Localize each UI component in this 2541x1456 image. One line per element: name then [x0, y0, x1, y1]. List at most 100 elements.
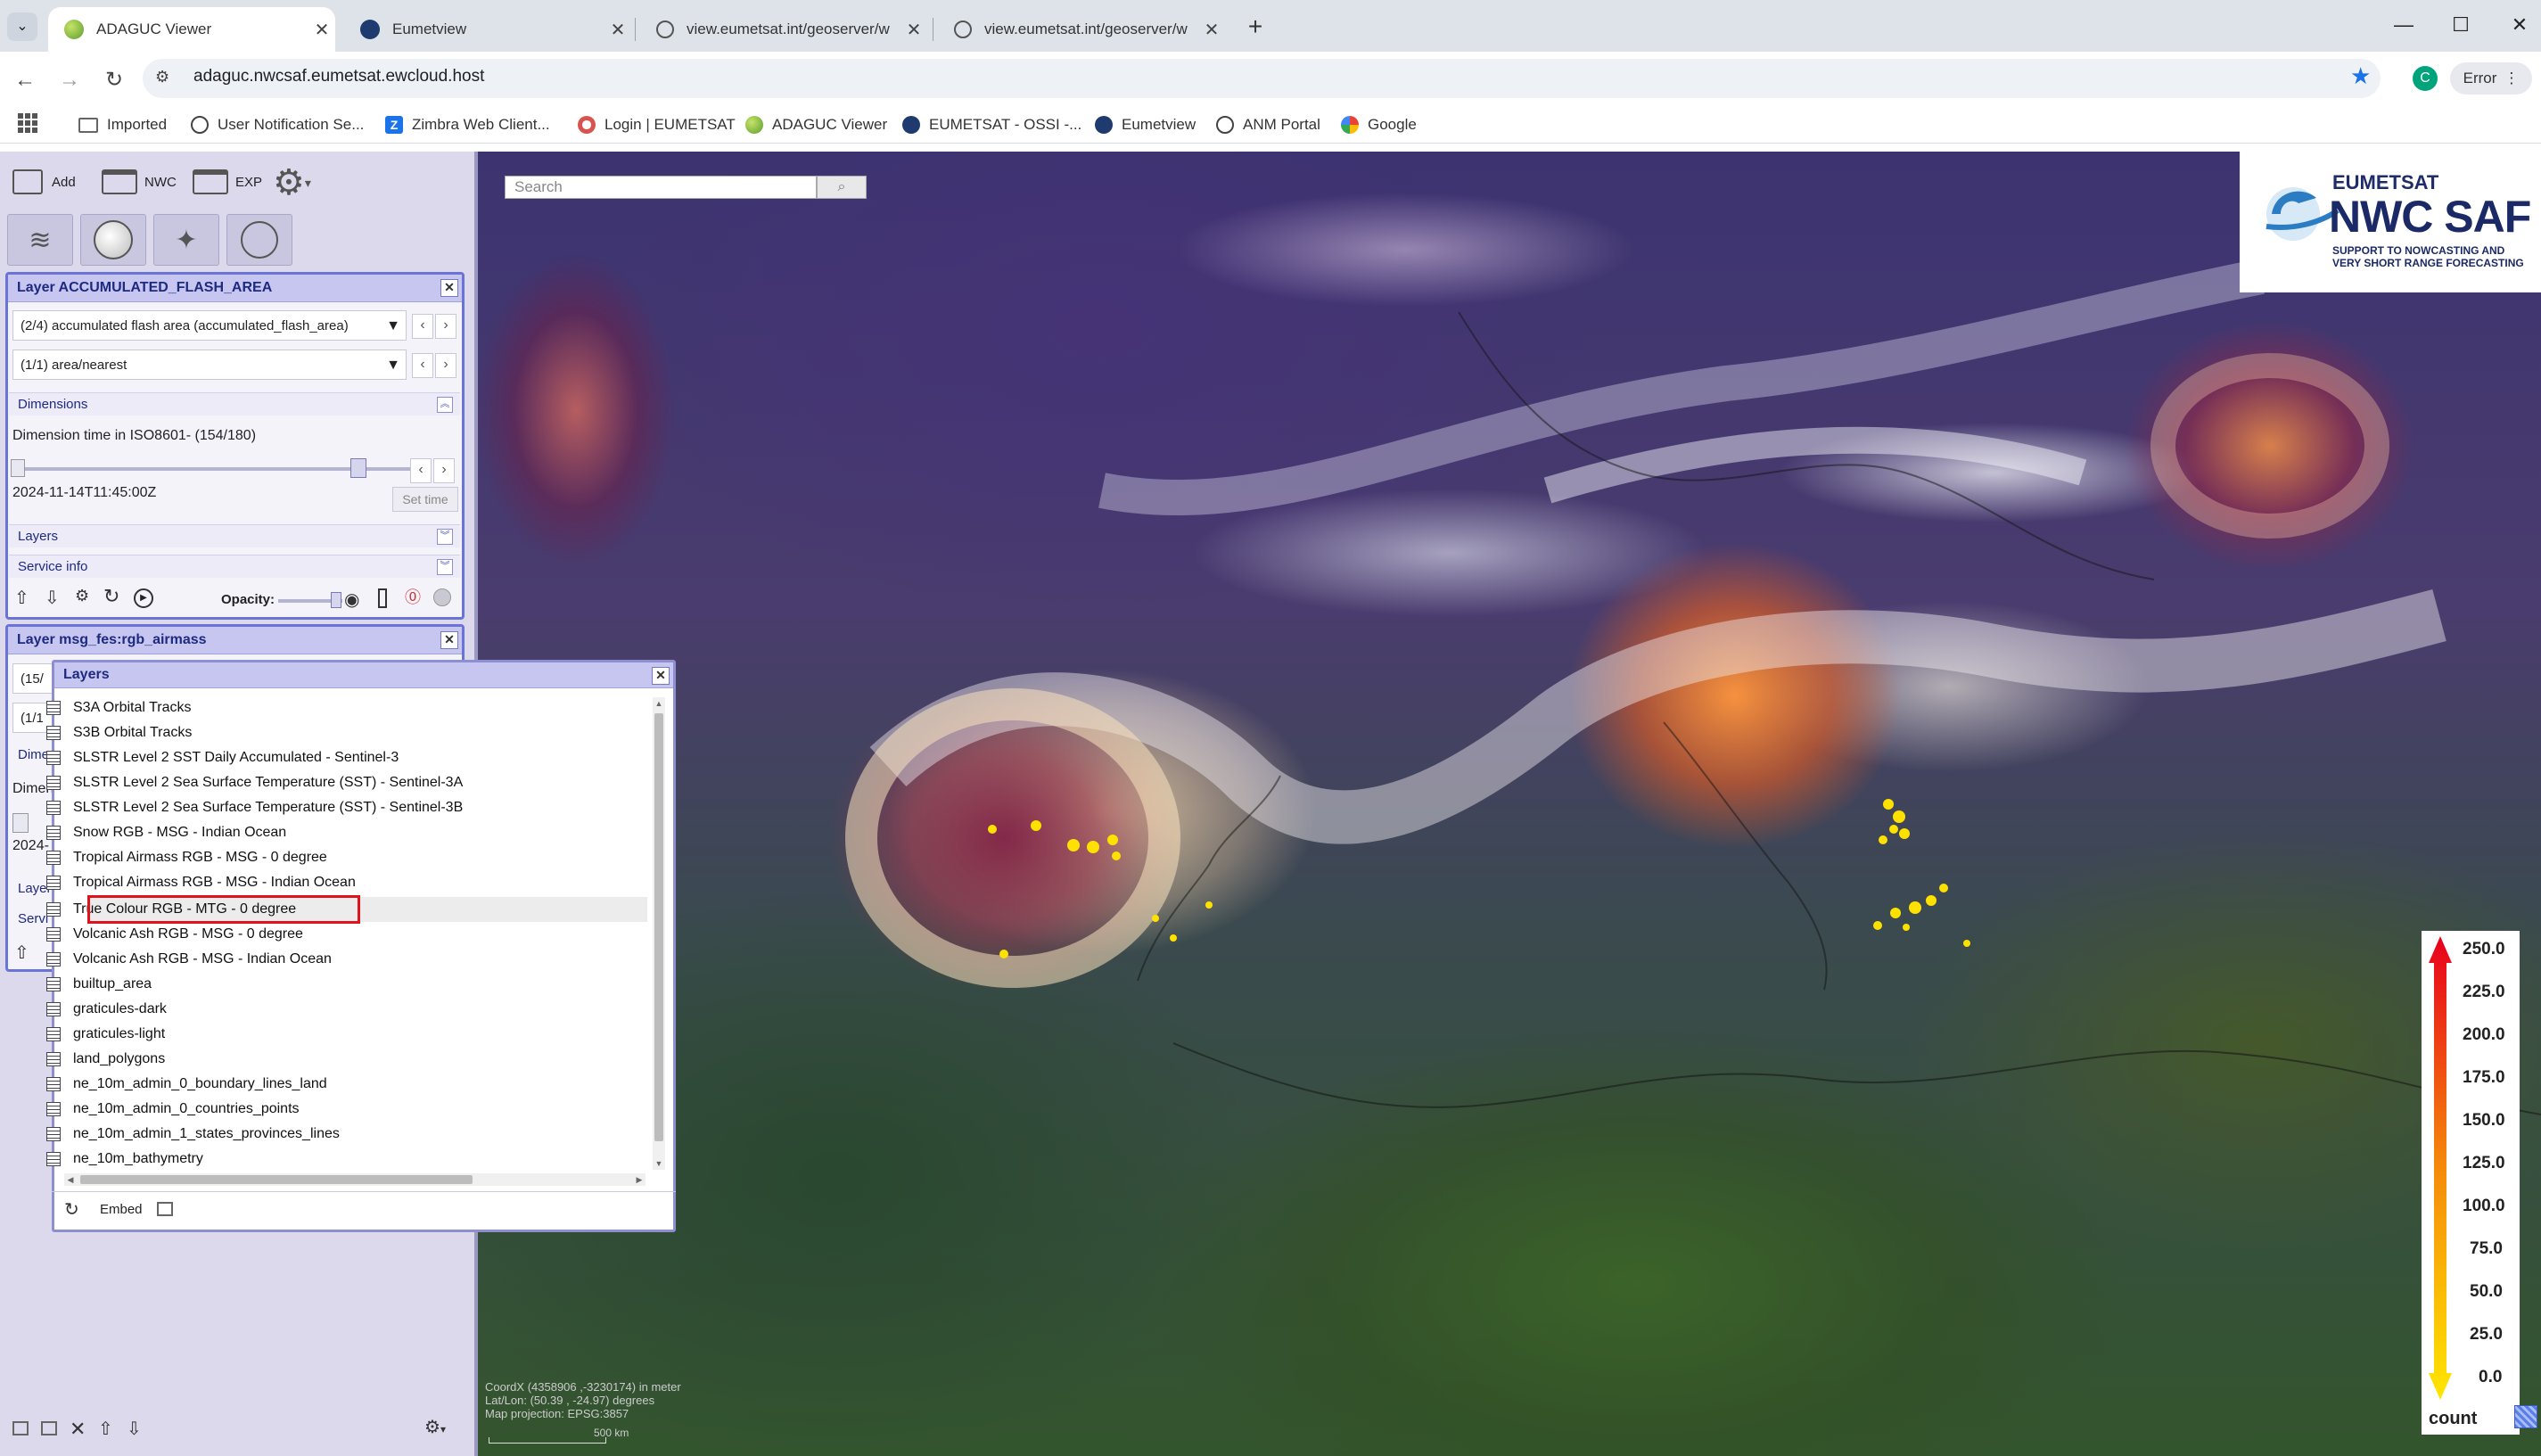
scroll-up-arrow-icon[interactable]: ▲ — [653, 697, 665, 710]
bookmark-google[interactable]: Google — [1341, 113, 1417, 136]
style-select[interactable]: (2/4) accumulated flash area (accumulate… — [12, 310, 407, 341]
profile-avatar[interactable]: C — [2413, 66, 2438, 91]
layer-list-item[interactable]: Tropical Airmass RGB - MSG - 0 degree — [46, 845, 327, 870]
legend-bar-icon[interactable] — [378, 588, 387, 608]
refresh-icon[interactable]: ↻ — [64, 1198, 79, 1221]
expand-icon[interactable]: ︾ — [437, 529, 453, 545]
add-layer-button[interactable]: Add — [12, 169, 76, 194]
layer-list-item[interactable]: builtup_area — [46, 972, 152, 997]
layer-list-item[interactable]: ne_10m_admin_0_countries_points — [46, 1097, 300, 1122]
add-layer-icon[interactable] — [157, 1202, 173, 1216]
bookmark-anm-portal[interactable]: ANM Portal — [1216, 113, 1320, 136]
tab-adaguc-viewer[interactable]: ADAGUC Viewer ✕ — [48, 7, 335, 52]
bookmark-user-notification[interactable]: User Notification Se... — [191, 113, 364, 136]
time-slider-start[interactable] — [12, 813, 29, 833]
scroll-down-arrow-icon[interactable]: ▼ — [653, 1157, 665, 1170]
visibility-eye-icon[interactable]: ◉ — [344, 588, 359, 611]
nwc-folder-button[interactable]: NWC — [102, 169, 177, 194]
vertical-scrollbar[interactable]: ▲ ▼ — [653, 697, 665, 1170]
tab-eumetview[interactable]: Eumetview ✕ — [344, 7, 631, 52]
close-icon[interactable]: ✕ — [900, 19, 927, 41]
new-tab-button[interactable]: + — [1239, 11, 1271, 43]
settings-gear-icon[interactable]: ⚙▾ — [273, 162, 311, 203]
opacity-slider[interactable] — [278, 592, 342, 608]
layer-list-item[interactable]: ne_10m_bathymetry — [46, 1147, 203, 1172]
bookmark-eumetview[interactable]: Eumetview — [1095, 113, 1196, 136]
layer-list-item[interactable]: SLSTR Level 2 SST Daily Accumulated - Se… — [46, 745, 399, 770]
layer-list-item[interactable]: graticules-light — [46, 1022, 165, 1047]
layer-list-item[interactable]: land_polygons — [46, 1047, 165, 1072]
reload-icon[interactable]: ↻ — [98, 64, 130, 96]
bookmark-zimbra[interactable]: Z Zimbra Web Client... — [385, 113, 550, 136]
close-icon[interactable]: ✕ — [1198, 19, 1225, 41]
close-icon[interactable]: ✕ — [440, 279, 458, 297]
settings-gear-icon[interactable]: ⚙▾ — [424, 1416, 446, 1438]
scroll-right-arrow-icon[interactable]: ▶ — [633, 1173, 646, 1186]
maximize-icon[interactable]: ☐ — [2434, 9, 2488, 41]
settings-gear-icon[interactable]: ⚙ — [75, 587, 89, 605]
service-info-section-header[interactable]: Service info ︾ — [9, 555, 460, 578]
dimensions-section-header[interactable]: Dimensions ︽ — [9, 392, 460, 415]
legend-toggle-icon[interactable] — [2514, 1405, 2537, 1428]
scrollbar-thumb[interactable] — [654, 713, 663, 1141]
map-tool-icon[interactable]: ✦ — [153, 214, 219, 266]
next-arrow-icon[interactable]: › — [435, 314, 456, 339]
time-slider-thumb[interactable] — [350, 458, 367, 478]
layer-list-item[interactable]: S3A Orbital Tracks — [46, 695, 192, 720]
layer-list-item[interactable]: SLSTR Level 2 Sea Surface Temperature (S… — [46, 770, 463, 795]
horizontal-scrollbar[interactable]: ◀ ▶ — [64, 1173, 646, 1186]
color-palette-icon[interactable]: ⓪ — [405, 585, 421, 608]
bookmark-star-icon[interactable]: ★ — [2350, 62, 2371, 90]
move-up-icon[interactable]: ⇧ — [14, 942, 29, 964]
embed-label[interactable]: Embed — [100, 1202, 143, 1217]
refresh-icon[interactable]: ↻ — [103, 585, 119, 608]
layer-list-item[interactable]: ne_10m_admin_0_boundary_lines_land — [46, 1072, 327, 1097]
previous-arrow-icon[interactable]: ‹ — [412, 314, 433, 339]
render-select[interactable]: (1/1) area/nearest ▼ — [12, 350, 407, 380]
bookmark-adaguc-viewer[interactable]: ADAGUC Viewer — [745, 113, 887, 136]
layer-list-item[interactable]: Tropical Airmass RGB - MSG - Indian Ocea… — [46, 870, 356, 895]
tab-geoserver-1[interactable]: view.eumetsat.int/geoserver/w ✕ — [640, 7, 927, 52]
move-up-icon[interactable]: ⇧ — [98, 1418, 113, 1440]
close-icon[interactable]: ✕ — [308, 19, 335, 41]
play-icon[interactable]: ▶ — [134, 588, 153, 608]
select-all-icon[interactable] — [41, 1421, 57, 1435]
scrollbar-thumb[interactable] — [80, 1175, 473, 1184]
close-icon[interactable]: ✕ — [652, 667, 670, 685]
next-arrow-icon[interactable]: › — [433, 458, 455, 483]
site-settings-icon[interactable]: ⚙ — [155, 68, 169, 86]
close-window-icon[interactable]: ✕ — [2493, 9, 2541, 41]
layer-list-item[interactable]: S3B Orbital Tracks — [46, 720, 192, 745]
map-search-input[interactable]: Search — [505, 176, 817, 199]
search-icon[interactable]: ⌕ — [817, 176, 867, 199]
time-slider[interactable] — [11, 458, 410, 478]
delete-icon[interactable]: ✕ — [70, 1418, 86, 1441]
move-down-icon[interactable]: ⇩ — [45, 587, 60, 609]
previous-arrow-icon[interactable]: ‹ — [412, 353, 433, 378]
tab-geoserver-2[interactable]: view.eumetsat.int/geoserver/w ✕ — [938, 7, 1225, 52]
close-icon[interactable]: ✕ — [440, 631, 458, 649]
opacity-slider-thumb[interactable] — [330, 592, 341, 608]
clock-icon[interactable] — [226, 214, 292, 266]
layer-list-item[interactable]: Volcanic Ash RGB - MSG - 0 degree — [46, 922, 303, 947]
move-down-icon[interactable]: ⇩ — [127, 1418, 142, 1440]
move-up-icon[interactable]: ⇧ — [14, 587, 29, 609]
forward-arrow-icon[interactable]: → — [53, 64, 86, 96]
add-layer-icon[interactable] — [12, 1421, 29, 1435]
collapse-icon[interactable]: ︽ — [437, 397, 453, 413]
map-canvas[interactable] — [478, 152, 2541, 1456]
back-arrow-icon[interactable]: ← — [9, 64, 41, 96]
next-arrow-icon[interactable]: › — [435, 353, 456, 378]
exp-folder-button[interactable]: EXP — [193, 169, 262, 194]
globe-icon[interactable] — [80, 214, 146, 266]
bookmark-login-eumetsat[interactable]: Login | EUMETSAT — [578, 113, 736, 136]
minimize-icon[interactable]: — — [2377, 9, 2430, 41]
layer-list-item[interactable]: Volcanic Ash RGB - MSG - Indian Ocean — [46, 947, 332, 972]
scroll-left-arrow-icon[interactable]: ◀ — [64, 1173, 77, 1186]
tab-search-button[interactable]: ⌄ — [7, 12, 37, 41]
url-text[interactable]: adaguc.nwcsaf.eumetsat.ewcloud.host — [193, 67, 484, 86]
previous-arrow-icon[interactable]: ‹ — [410, 458, 432, 483]
layers-section-header[interactable]: Layers ︾ — [9, 524, 460, 547]
layer-list-item[interactable]: ne_10m_admin_1_states_provinces_lines — [46, 1122, 340, 1147]
layer-list-item[interactable]: Snow RGB - MSG - Indian Ocean — [46, 820, 286, 845]
